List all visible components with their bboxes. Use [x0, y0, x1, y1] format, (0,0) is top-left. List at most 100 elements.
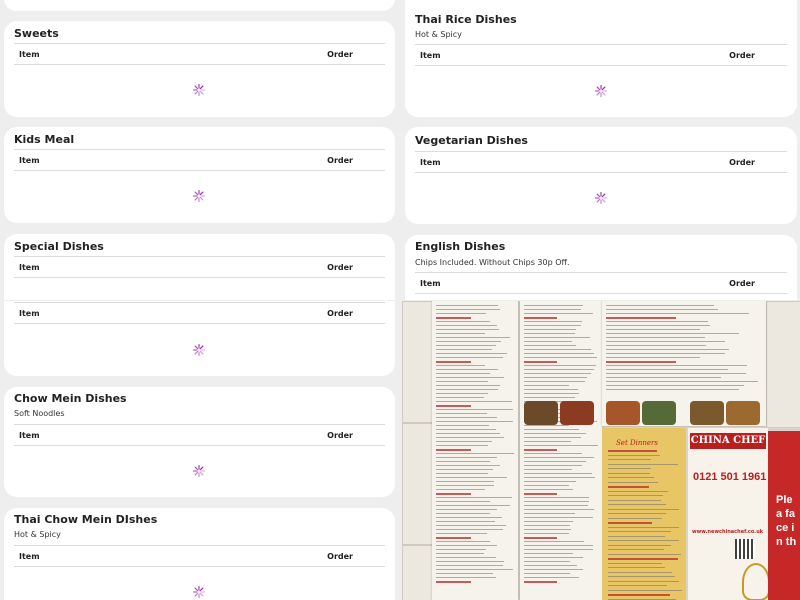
menu-text-line — [436, 553, 484, 554]
menu-text-line — [606, 365, 747, 366]
menu-text-line — [524, 425, 569, 426]
menu-text-line — [436, 369, 498, 370]
menu-text-line — [436, 545, 497, 546]
menu-text-line — [436, 417, 497, 418]
menu-text-line — [524, 349, 591, 350]
menu-text-line — [436, 305, 498, 306]
menu-text-line — [436, 441, 492, 442]
menu-text-line — [436, 353, 507, 354]
menu-section-heading — [524, 317, 557, 319]
menu-text-line — [436, 401, 512, 402]
menu-section-heading — [436, 493, 471, 495]
partial-red-sign: Plea face in th — [768, 431, 800, 600]
menu-text-line — [524, 389, 578, 390]
menu-text-line — [436, 477, 507, 478]
food-photo — [726, 401, 760, 425]
menu-text-line — [436, 429, 496, 430]
menu-text-line — [436, 573, 493, 574]
menu-text-line — [606, 377, 721, 378]
column-header-order: Order — [327, 50, 353, 59]
menu-section-heading — [606, 361, 676, 363]
column-header-order: Order — [729, 158, 755, 167]
restaurant-website: www.newchinachef.co.uk — [692, 529, 764, 535]
restaurant-phone: 0121 501 1961 — [693, 471, 767, 483]
menu-text-line — [436, 549, 486, 550]
menu-text-line — [606, 309, 718, 310]
menu-text-line — [436, 341, 501, 342]
menu-text-line — [608, 459, 651, 460]
food-photo — [524, 401, 558, 425]
loading-spinner-icon — [193, 344, 205, 356]
menu-text-line — [436, 409, 513, 410]
menu-text-line — [608, 504, 666, 505]
menu-section-heading — [606, 317, 676, 319]
wall-tile — [766, 301, 800, 428]
menu-text-line — [524, 457, 594, 458]
menu-text-line — [608, 513, 666, 514]
menu-text-line — [608, 477, 654, 478]
menu-text-line — [606, 341, 725, 342]
category-card-kids-meal: Kids Meal Item Order — [4, 127, 395, 223]
menu-text-line — [436, 309, 500, 310]
menu-text-line — [436, 481, 494, 482]
loading-spinner-icon — [193, 190, 205, 202]
menu-text-line — [436, 577, 496, 578]
menu-text-line — [608, 508, 679, 510]
menu-text-line — [436, 377, 504, 378]
menu-text-line — [608, 549, 664, 550]
menu-text-line — [524, 357, 597, 358]
menu-text-line — [436, 517, 502, 518]
menu-text-line — [608, 472, 650, 474]
menu-text-line — [524, 325, 581, 326]
menu-text-line — [606, 381, 758, 382]
table-header: Item Order — [14, 545, 385, 567]
menu-text-line — [524, 521, 573, 522]
menu-text-line — [524, 469, 572, 470]
menu-text-line — [436, 349, 492, 350]
menu-text-line — [436, 461, 490, 462]
menu-text-line — [524, 565, 577, 566]
menu-text-line — [608, 481, 658, 483]
wall-tile — [402, 301, 434, 423]
menu-text-line — [524, 477, 595, 478]
column-header-item: Item — [19, 156, 40, 165]
category-subtitle: Hot & Spicy — [415, 30, 462, 39]
category-card-thai-rice-dishes: Thai Rice Dishes Hot & Spicy Item Order — [405, 0, 797, 117]
menu-text-line — [436, 469, 493, 470]
category-subtitle: Hot & Spicy — [14, 530, 61, 539]
menu-text-line — [608, 594, 670, 596]
menu-text-line — [524, 321, 582, 322]
menu-text-line — [436, 485, 494, 486]
menu-text-line — [436, 381, 488, 382]
menu-text-line — [436, 541, 490, 542]
menu-section-heading — [524, 449, 557, 451]
menu-text-line — [608, 517, 662, 519]
category-title: Sweets — [14, 27, 59, 40]
menu-text-line — [524, 517, 593, 518]
column-header-item: Item — [19, 50, 40, 59]
set-dinners-panel — [602, 428, 686, 600]
menu-text-line — [524, 397, 575, 398]
menu-section-heading — [524, 361, 557, 363]
menu-text-line — [436, 413, 487, 414]
menu-text-line — [524, 489, 573, 490]
menu-text-line — [524, 505, 588, 506]
menu-text-line — [436, 385, 500, 386]
menu-text-line — [436, 473, 488, 474]
menu-text-line — [608, 499, 661, 501]
loading-spinner-icon — [193, 586, 205, 598]
quad-top-left: Sweets Item Order Kids Meal Item Order S… — [0, 0, 400, 300]
column-header-item: Item — [420, 279, 441, 288]
wall-tile — [402, 545, 434, 600]
menu-text-line — [608, 468, 651, 469]
menu-text-line — [608, 544, 671, 546]
menu-text-line — [524, 445, 598, 446]
menu-text-line — [608, 553, 681, 555]
menu-text-line — [608, 540, 679, 541]
menu-text-line — [608, 580, 679, 582]
menu-text-line — [436, 333, 485, 334]
menu-text-line — [608, 522, 652, 524]
menu-text-line — [524, 465, 582, 466]
menu-text-line — [606, 349, 729, 350]
menu-text-line — [524, 481, 576, 482]
